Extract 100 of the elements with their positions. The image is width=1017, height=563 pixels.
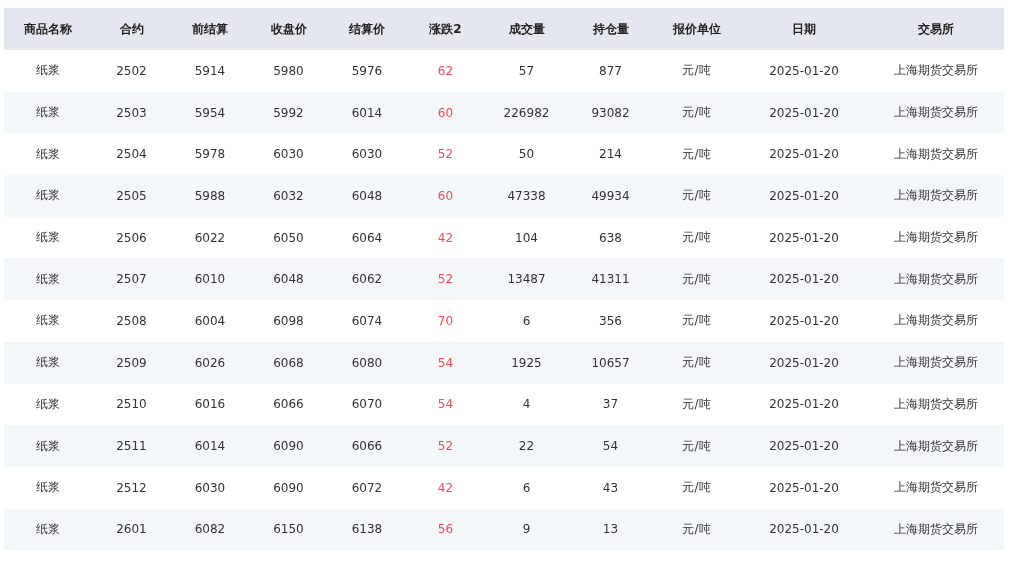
table-cell: 42 <box>406 216 485 259</box>
table-cell: 70 <box>406 300 485 342</box>
table-cell: 226982 <box>485 91 568 134</box>
table-cell: 2601 <box>92 508 171 551</box>
table-cell: 上海期货交易所 <box>868 216 1004 259</box>
table-cell: 638 <box>568 216 653 259</box>
table-cell: 6074 <box>328 300 406 342</box>
table-cell: 6032 <box>249 175 328 217</box>
table-cell: 52 <box>406 133 485 176</box>
table-cell: 214 <box>568 133 653 176</box>
table-cell: 上海期货交易所 <box>868 175 1004 217</box>
table-cell: 37 <box>568 383 653 426</box>
table-cell: 元/吨 <box>653 50 740 92</box>
table-cell: 纸浆 <box>4 508 92 551</box>
table-cell: 纸浆 <box>4 216 92 259</box>
table-cell: 2511 <box>92 425 171 467</box>
table-cell: 42 <box>406 466 485 509</box>
table-cell: 纸浆 <box>4 91 92 134</box>
table-cell: 上海期货交易所 <box>868 425 1004 467</box>
table-cell: 纸浆 <box>4 383 92 426</box>
table-cell: 5914 <box>171 50 249 92</box>
table-cell: 纸浆 <box>4 133 92 176</box>
table-cell: 6010 <box>171 258 249 301</box>
column-header: 结算价 <box>328 8 406 50</box>
table-cell: 5980 <box>249 50 328 92</box>
table-cell: 57 <box>485 50 568 92</box>
table-cell: 2025-01-20 <box>740 258 868 301</box>
table-cell: 2508 <box>92 300 171 342</box>
table-cell: 上海期货交易所 <box>868 508 1004 551</box>
table-cell: 13487 <box>485 258 568 301</box>
table-cell: 2025-01-20 <box>740 425 868 467</box>
table-cell: 纸浆 <box>4 50 92 92</box>
table-cell: 6090 <box>249 466 328 509</box>
table-cell: 22 <box>485 425 568 467</box>
table-cell: 6014 <box>171 425 249 467</box>
table-cell: 6064 <box>328 216 406 259</box>
table-cell: 6068 <box>249 341 328 384</box>
column-header: 交易所 <box>868 8 1004 50</box>
table-cell: 6090 <box>249 425 328 467</box>
table-cell: 2504 <box>92 133 171 176</box>
table-cell: 56 <box>406 508 485 551</box>
table-cell: 2025-01-20 <box>740 508 868 551</box>
table-cell: 上海期货交易所 <box>868 466 1004 509</box>
table-cell: 元/吨 <box>653 91 740 134</box>
table-cell: 47338 <box>485 175 568 217</box>
table-cell: 6066 <box>328 425 406 467</box>
table-cell: 6066 <box>249 383 328 426</box>
table-cell: 6138 <box>328 508 406 551</box>
table-cell: 纸浆 <box>4 341 92 384</box>
table-cell: 2025-01-20 <box>740 50 868 92</box>
table-cell: 6048 <box>328 175 406 217</box>
table-cell: 纸浆 <box>4 466 92 509</box>
column-header: 收盘价 <box>249 8 328 50</box>
table-cell: 6048 <box>249 258 328 301</box>
table-cell: 2025-01-20 <box>740 91 868 134</box>
table-cell: 2502 <box>92 50 171 92</box>
table-cell: 6082 <box>171 508 249 551</box>
table-cell: 50 <box>485 133 568 176</box>
table-cell: 6072 <box>328 466 406 509</box>
table-cell: 877 <box>568 50 653 92</box>
table-cell: 2025-01-20 <box>740 466 868 509</box>
table-cell: 6022 <box>171 216 249 259</box>
table-cell: 2025-01-20 <box>740 175 868 217</box>
table-cell: 60 <box>406 175 485 217</box>
table-cell: 356 <box>568 300 653 342</box>
table-cell: 上海期货交易所 <box>868 91 1004 134</box>
table-cell: 5992 <box>249 91 328 134</box>
table-cell: 6 <box>485 300 568 342</box>
table-cell: 元/吨 <box>653 383 740 426</box>
table-cell: 元/吨 <box>653 175 740 217</box>
table-cell: 6 <box>485 466 568 509</box>
table-cell: 1925 <box>485 341 568 384</box>
table-cell: 54 <box>568 425 653 467</box>
table-cell: 5988 <box>171 175 249 217</box>
table-cell: 元/吨 <box>653 300 740 342</box>
table-cell: 上海期货交易所 <box>868 133 1004 176</box>
table-cell: 5954 <box>171 91 249 134</box>
column-header: 前结算 <box>171 8 249 50</box>
table-cell: 43 <box>568 466 653 509</box>
table-cell: 52 <box>406 425 485 467</box>
table-cell: 6030 <box>171 466 249 509</box>
table-cell: 6026 <box>171 341 249 384</box>
table-cell: 元/吨 <box>653 425 740 467</box>
column-header: 报价单位 <box>653 8 740 50</box>
table-cell: 上海期货交易所 <box>868 50 1004 92</box>
column-header: 涨跌2 <box>406 8 485 50</box>
table-cell: 纸浆 <box>4 175 92 217</box>
table-cell: 49934 <box>568 175 653 217</box>
table-cell: 93082 <box>568 91 653 134</box>
table-cell: 104 <box>485 216 568 259</box>
column-header: 成交量 <box>485 8 568 50</box>
table-cell: 6098 <box>249 300 328 342</box>
table-cell: 上海期货交易所 <box>868 341 1004 384</box>
table-cell: 6062 <box>328 258 406 301</box>
table-cell: 6050 <box>249 216 328 259</box>
table-cell: 2509 <box>92 341 171 384</box>
table-cell: 2025-01-20 <box>740 216 868 259</box>
table-cell: 2025-01-20 <box>740 341 868 384</box>
table-cell: 2506 <box>92 216 171 259</box>
table-cell: 6030 <box>328 133 406 176</box>
